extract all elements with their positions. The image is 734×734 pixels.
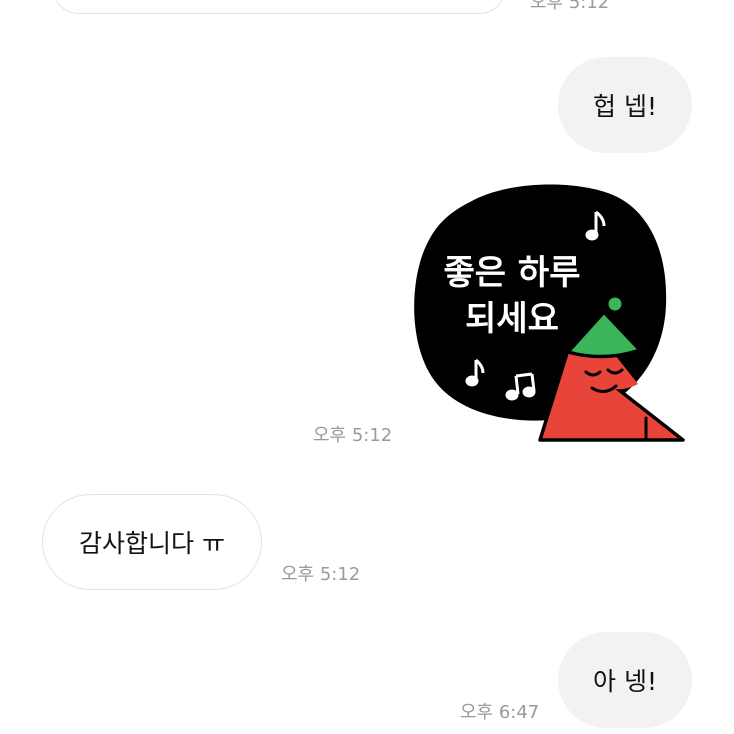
sticker-timestamp: 오후 5:12 (313, 425, 393, 446)
sticker-text-line2: 되세요 (465, 299, 559, 339)
message-bubble-outgoing[interactable]: 헙 넵! (558, 57, 692, 153)
message-bubble-outgoing[interactable]: 아 넹! (558, 632, 692, 728)
sticker-good-day[interactable]: 좋은 하루 되세요 (408, 180, 688, 448)
message-text: 감사합니다 ㅠ (79, 529, 225, 558)
message-text: 헙 넵! (593, 92, 657, 121)
message-timestamp: 오후 6:47 (460, 702, 540, 723)
message-text: 아 넹! (593, 667, 657, 696)
chat-view: 오후 5:12 헙 넵! 오후 5:12 좋은 하루 되세요 감사합니다 ㅠ 오… (0, 0, 734, 734)
message-bubble-incoming-partial[interactable] (52, 0, 506, 14)
message-timestamp: 오후 5:12 (281, 564, 361, 585)
sticker-text-line1: 좋은 하루 (444, 253, 581, 293)
message-timestamp-partial: 오후 5:12 (530, 0, 610, 13)
message-bubble-incoming[interactable]: 감사합니다 ㅠ (42, 494, 262, 590)
